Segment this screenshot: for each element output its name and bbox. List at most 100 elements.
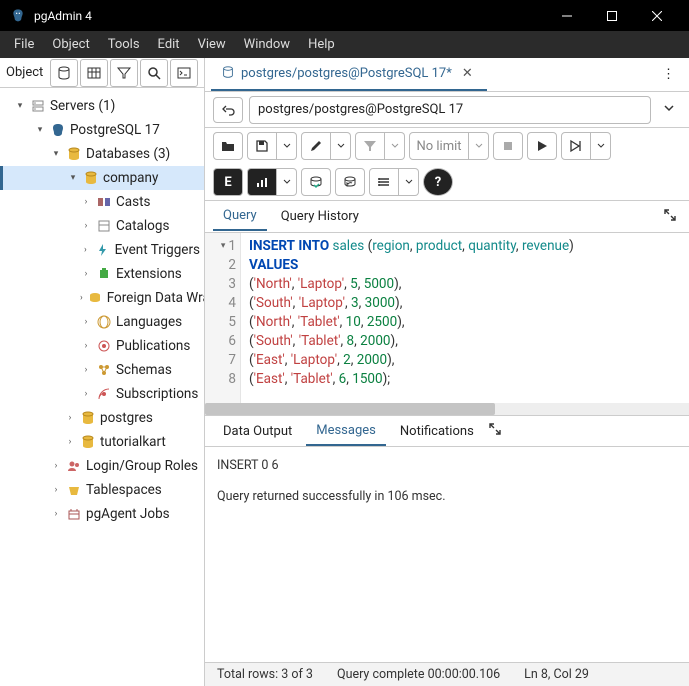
tree-chevron-icon[interactable]: › bbox=[80, 269, 92, 279]
menu-view[interactable]: View bbox=[190, 33, 234, 56]
stop-button[interactable] bbox=[493, 132, 523, 160]
edit-split-button[interactable] bbox=[301, 132, 351, 160]
menu-object[interactable]: Object bbox=[44, 33, 97, 56]
menu-help[interactable]: Help bbox=[300, 33, 343, 56]
rollback-button[interactable] bbox=[335, 168, 365, 196]
menu-edit[interactable]: Edit bbox=[150, 33, 188, 56]
chart-button[interactable] bbox=[247, 168, 277, 196]
limit-value[interactable]: No limit bbox=[409, 132, 469, 160]
help-button[interactable]: ? bbox=[423, 168, 453, 196]
save-caret[interactable] bbox=[277, 132, 297, 160]
open-file-button[interactable] bbox=[213, 132, 243, 160]
explain-analyze-button[interactable]: E bbox=[213, 168, 243, 196]
sidebar-header: Object bbox=[0, 58, 204, 88]
tab-notifications[interactable]: Notifications bbox=[390, 418, 484, 445]
tree-node[interactable]: ▾company bbox=[0, 166, 204, 190]
tree-chevron-icon[interactable]: › bbox=[80, 341, 92, 351]
tree-node[interactable]: ›Schemas bbox=[0, 358, 204, 382]
window-minimize-button[interactable] bbox=[544, 0, 589, 31]
macro-split-button[interactable] bbox=[369, 168, 419, 196]
tree-node[interactable]: ›Extensions bbox=[0, 262, 204, 286]
tree-chevron-icon[interactable]: ▾ bbox=[50, 149, 62, 159]
sidebar-search-button[interactable] bbox=[140, 59, 168, 87]
tree-chevron-icon[interactable]: › bbox=[50, 509, 62, 519]
expand-results-button[interactable] bbox=[488, 422, 502, 440]
query-toolbar: No limit E ? bbox=[205, 128, 689, 201]
editor-tab-active[interactable]: postgres/postgres@PostgreSQL 17* ✕ bbox=[211, 59, 487, 91]
menu-window[interactable]: Window bbox=[236, 33, 298, 56]
tree-node[interactable]: ›Login/Group Roles bbox=[0, 454, 204, 478]
macro-button[interactable] bbox=[369, 168, 399, 196]
filter-button[interactable] bbox=[355, 132, 385, 160]
tree-chevron-icon[interactable]: › bbox=[80, 221, 92, 231]
tree-chevron-icon[interactable]: › bbox=[50, 461, 62, 471]
menu-tools[interactable]: Tools bbox=[100, 33, 148, 56]
edit-caret[interactable] bbox=[331, 132, 351, 160]
edit-button[interactable] bbox=[301, 132, 331, 160]
tree-chevron-icon[interactable]: ▾ bbox=[14, 101, 26, 111]
limit-caret[interactable] bbox=[469, 132, 489, 160]
tree-node[interactable]: ›Event Triggers bbox=[0, 238, 204, 262]
editor-horizontal-scrollbar[interactable] bbox=[205, 403, 689, 415]
macro-caret[interactable] bbox=[399, 168, 419, 196]
sidebar-btn-1[interactable] bbox=[50, 59, 78, 87]
app-title: pgAdmin 4 bbox=[34, 9, 544, 23]
commit-button[interactable] bbox=[301, 168, 331, 196]
tree-node[interactable]: ›Tablespaces bbox=[0, 478, 204, 502]
tree-node[interactable]: ›Catalogs bbox=[0, 214, 204, 238]
chart-split-button[interactable] bbox=[247, 168, 297, 196]
explain-button[interactable] bbox=[561, 132, 591, 160]
sidebar-terminal-button[interactable] bbox=[170, 59, 198, 87]
tree-chevron-icon[interactable]: › bbox=[64, 413, 76, 423]
tree-item-label: Databases (3) bbox=[86, 146, 170, 162]
tab-query-history[interactable]: Query History bbox=[271, 203, 369, 230]
sidebar-btn-3[interactable] bbox=[110, 59, 138, 87]
tree-node[interactable]: ›tutorialkart bbox=[0, 430, 204, 454]
editor-code[interactable]: INSERT INTO sales (region, product, quan… bbox=[241, 233, 689, 403]
window-close-button[interactable] bbox=[634, 0, 679, 31]
chart-caret[interactable] bbox=[277, 168, 297, 196]
explain-caret[interactable] bbox=[591, 132, 611, 160]
connection-status-button[interactable] bbox=[213, 97, 243, 123]
tree-node[interactable]: ›pgAgent Jobs bbox=[0, 502, 204, 526]
sidebar-btn-2[interactable] bbox=[80, 59, 108, 87]
tree-node[interactable]: ›Languages bbox=[0, 310, 204, 334]
explain-split-button[interactable] bbox=[561, 132, 611, 160]
tab-menu-button[interactable]: ⋮ bbox=[654, 63, 683, 86]
tree-node[interactable]: ▾PostgreSQL 17 bbox=[0, 118, 204, 142]
expand-editor-button[interactable] bbox=[659, 204, 681, 230]
tree-node[interactable]: ›postgres bbox=[0, 406, 204, 430]
close-tab-button[interactable]: ✕ bbox=[458, 66, 477, 81]
tree-node[interactable]: ›Foreign Data Wrappers bbox=[0, 286, 204, 310]
tree-node[interactable]: ›Subscriptions bbox=[0, 382, 204, 406]
tree-chevron-icon[interactable]: ▾ bbox=[67, 173, 79, 183]
tree-node[interactable]: ›Casts bbox=[0, 190, 204, 214]
object-tree[interactable]: ▾Servers (1)▾PostgreSQL 17▾Databases (3)… bbox=[0, 88, 204, 686]
tab-messages[interactable]: Messages bbox=[306, 417, 386, 446]
tree-chevron-icon[interactable]: › bbox=[80, 197, 92, 207]
tree-node[interactable]: ▾Servers (1) bbox=[0, 94, 204, 118]
tree-chevron-icon[interactable]: › bbox=[80, 317, 92, 327]
connection-selector[interactable]: postgres/postgres@PostgreSQL 17 bbox=[249, 96, 651, 124]
tree-chevron-icon[interactable]: › bbox=[80, 389, 92, 399]
tree-node[interactable]: ▾ Databases (3) bbox=[0, 142, 204, 166]
tree-chevron-icon[interactable]: › bbox=[80, 365, 92, 375]
tree-chevron-icon[interactable]: › bbox=[80, 245, 91, 255]
window-maximize-button[interactable] bbox=[589, 0, 634, 31]
tree-chevron-icon[interactable]: › bbox=[50, 485, 62, 495]
tree-chevron-icon[interactable]: › bbox=[64, 437, 76, 447]
filter-caret[interactable] bbox=[385, 132, 405, 160]
filter-split-button[interactable] bbox=[355, 132, 405, 160]
menu-file[interactable]: File bbox=[6, 33, 42, 56]
tree-node[interactable]: ›Publications bbox=[0, 334, 204, 358]
sql-editor[interactable]: ▾12345678 INSERT INTO sales (region, pro… bbox=[205, 233, 689, 403]
tab-query[interactable]: Query bbox=[213, 202, 267, 231]
execute-button[interactable] bbox=[527, 132, 557, 160]
tree-chevron-icon[interactable]: › bbox=[80, 293, 83, 303]
limit-selector[interactable]: No limit bbox=[409, 132, 489, 160]
tab-data-output[interactable]: Data Output bbox=[213, 418, 302, 445]
save-split-button[interactable] bbox=[247, 132, 297, 160]
save-button[interactable] bbox=[247, 132, 277, 160]
connection-dropdown-caret[interactable] bbox=[657, 102, 681, 118]
tree-chevron-icon[interactable]: ▾ bbox=[34, 125, 46, 135]
